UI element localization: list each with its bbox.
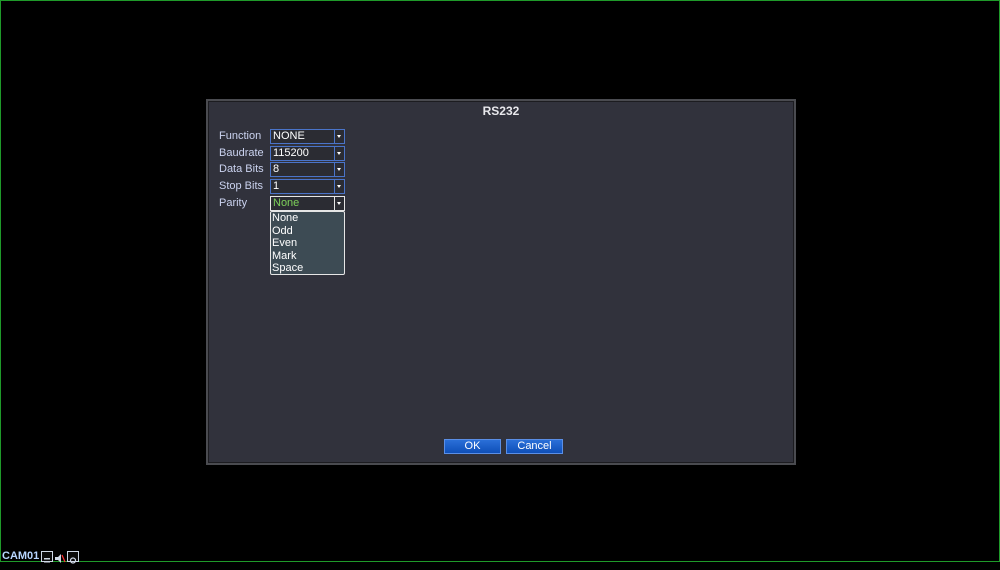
dialog-title: RS232 <box>482 104 520 118</box>
function-value: NONE <box>273 130 305 142</box>
chevron-down-icon[interactable] <box>334 130 344 143</box>
baudrate-value: 115200 <box>273 147 309 159</box>
parity-select[interactable]: None <box>270 196 345 211</box>
audio-icon <box>54 551 66 563</box>
chevron-down-icon[interactable] <box>334 147 344 160</box>
parity-option-space[interactable]: Space <box>271 262 344 275</box>
record-icon <box>41 551 53 563</box>
stop-bits-label: Stop Bits <box>219 180 264 192</box>
parity-option-odd[interactable]: Odd <box>271 225 344 238</box>
parity-value: None <box>273 197 300 209</box>
rs232-dialog: RS232 Function NONE Baudrate 115200 Data… <box>206 99 796 465</box>
screen: RS232 Function NONE Baudrate 115200 Data… <box>0 0 1000 564</box>
function-label: Function <box>219 130 262 142</box>
parity-option-none[interactable]: None <box>271 212 344 225</box>
ok-button[interactable]: OK <box>444 439 501 454</box>
data-bits-select[interactable]: 8 <box>270 162 345 177</box>
baudrate-label: Baudrate <box>219 147 264 159</box>
parity-option-mark[interactable]: Mark <box>271 250 344 263</box>
cancel-button[interactable]: Cancel <box>506 439 563 454</box>
chevron-down-icon[interactable] <box>334 180 344 193</box>
parity-label: Parity <box>219 197 248 209</box>
function-select[interactable]: NONE <box>270 129 345 144</box>
stop-bits-select[interactable]: 1 <box>270 179 345 194</box>
parity-dropdown-list: None Odd Even Mark Space <box>270 211 345 275</box>
parity-option-even[interactable]: Even <box>271 237 344 250</box>
stop-bits-value: 1 <box>273 180 280 192</box>
camera-icon <box>67 551 79 564</box>
data-bits-value: 8 <box>273 163 280 175</box>
chevron-down-icon[interactable] <box>334 163 344 176</box>
data-bits-label: Data Bits <box>219 163 264 175</box>
chevron-down-icon[interactable] <box>334 197 344 210</box>
camera-label: CAM01 <box>2 550 40 562</box>
baudrate-select[interactable]: 115200 <box>270 146 345 161</box>
